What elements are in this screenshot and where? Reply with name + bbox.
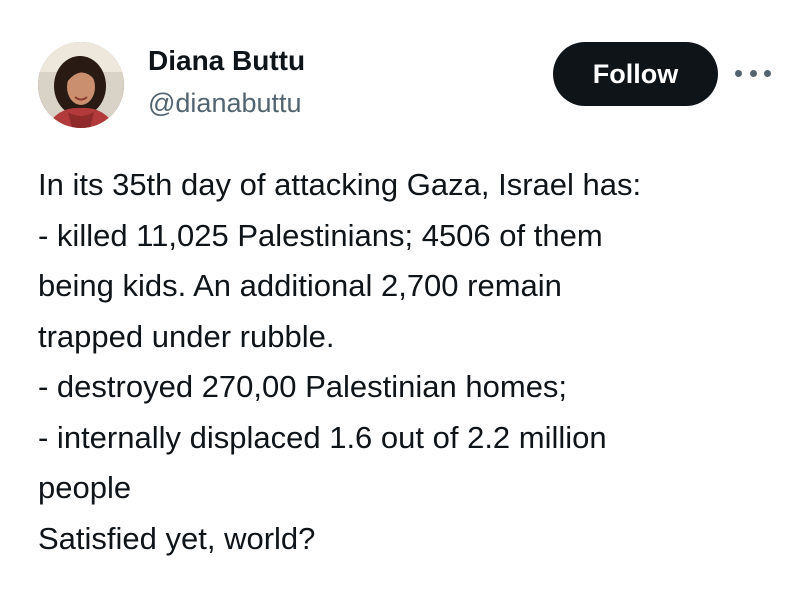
dot xyxy=(735,69,742,77)
tweet-line: people xyxy=(38,470,132,505)
author-display-name[interactable]: Diana Buttu xyxy=(148,44,305,78)
follow-button[interactable]: Follow xyxy=(553,42,718,106)
tweet-line: Satisfied yet, world? xyxy=(38,520,316,556)
author-handle[interactable]: @dianabuttu xyxy=(148,86,305,120)
tweet-header: Diana Buttu @dianabuttu Follow xyxy=(0,0,811,150)
author-info: Diana Buttu @dianabuttu xyxy=(148,44,305,120)
tweet-line: - killed 11,025 Palestinians; 4506 of th… xyxy=(38,217,603,253)
tweet-line: being kids. An additional 2,700 remain xyxy=(38,268,562,303)
tweet-line: - destroyed 270,00 Palestinian homes; xyxy=(38,369,568,404)
more-options-icon[interactable] xyxy=(735,58,771,88)
tweet-line: trapped under rubble. xyxy=(38,318,335,354)
dot xyxy=(764,69,771,77)
dot xyxy=(749,69,757,77)
tweet-line: - internally displaced 1.6 out of 2.2 mi… xyxy=(38,419,607,455)
avatar[interactable] xyxy=(38,42,124,128)
tweet-line: In its 35th day of attacking Gaza, Israe… xyxy=(38,167,642,202)
tweet-text: In its 35th day of attacking Gaza, Israe… xyxy=(38,160,778,564)
profile-photo-icon xyxy=(38,42,124,128)
